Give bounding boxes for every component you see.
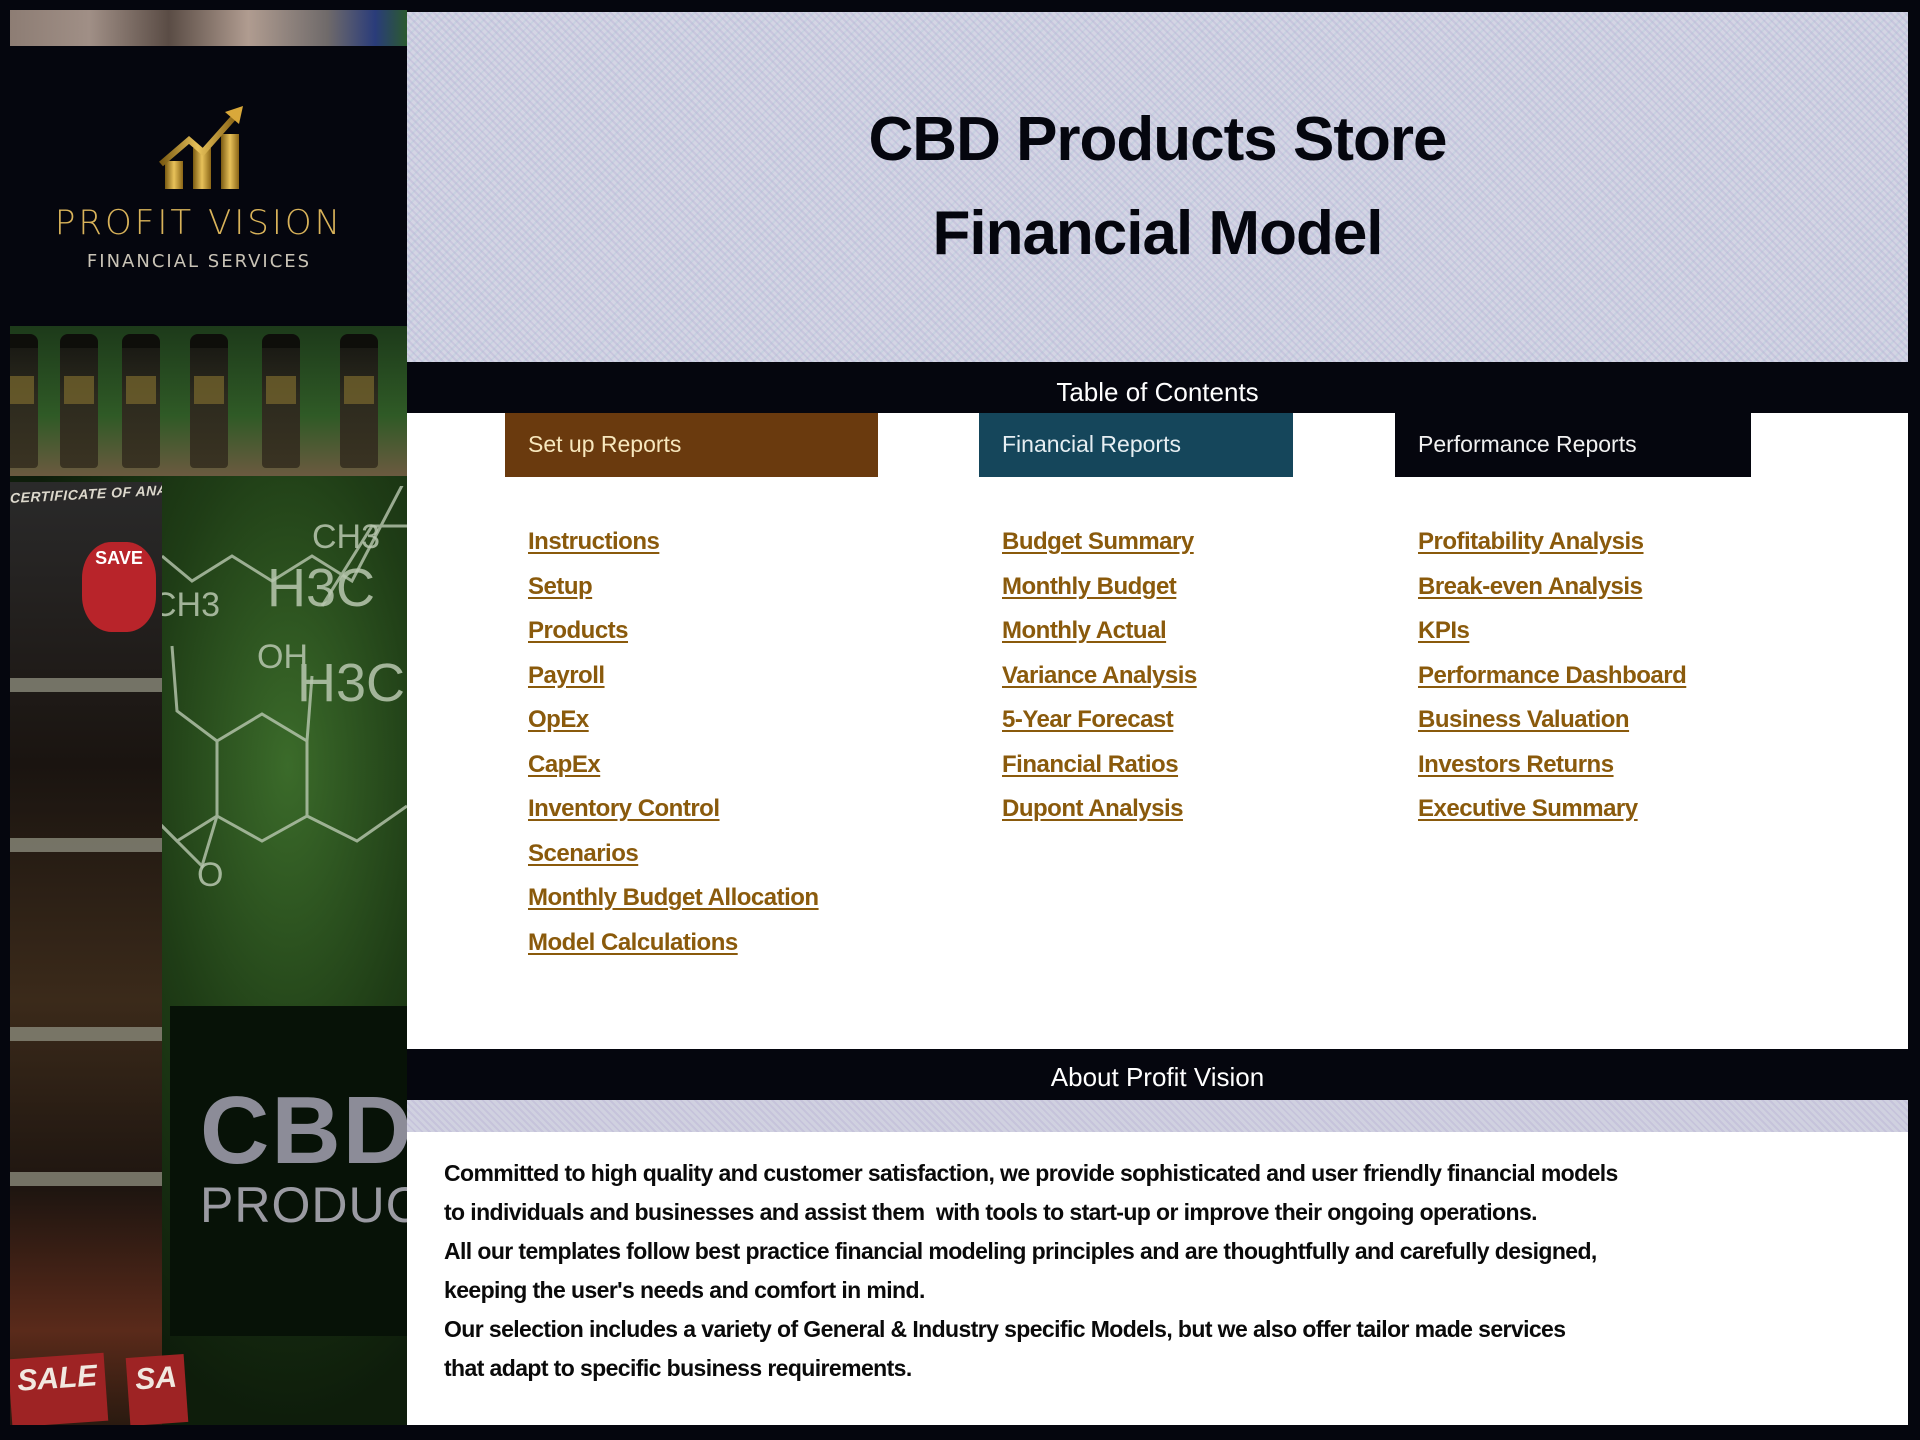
about-line: Committed to high quality and customer s… [444,1160,1618,1186]
link-financial-ratios[interactable]: Financial Ratios [1002,751,1179,778]
about-line: that adapt to specific business requirem… [444,1355,912,1381]
link-monthly-actual[interactable]: Monthly Actual [1002,617,1167,644]
setup-reports-list: Instructions Setup Products Payroll OpEx… [528,528,819,973]
store-shelf: CERTIFICATE OF ANALYSIS SAVE [10,482,162,1425]
molecule-label: H3C [297,653,405,713]
about-divider-strip [407,1100,1908,1132]
bottles-shelf [10,326,407,476]
link-monthly-budget[interactable]: Monthly Budget [1002,573,1177,600]
link-business-valuation[interactable]: Business Valuation [1418,706,1630,733]
link-payroll[interactable]: Payroll [528,662,605,689]
link-scenarios[interactable]: Scenarios [528,840,639,867]
link-dupont-analysis[interactable]: Dupont Analysis [1002,795,1183,822]
link-setup[interactable]: Setup [528,573,593,600]
link-inventory-control[interactable]: Inventory Control [528,795,720,822]
link-kpis[interactable]: KPIs [1418,617,1470,644]
shelf-edge [10,838,162,852]
bottle-image [340,334,378,468]
sign-products-text: PRODUCTS [200,1177,407,1233]
bottle-image [122,334,160,468]
molecule-label: CH3 [162,586,220,624]
brand-tagline: FINANCIAL SERVICES [86,251,312,272]
financial-reports-list: Budget Summary Monthly Budget Monthly Ac… [1002,528,1197,840]
about-line: to individuals and businesses and assist… [444,1199,1538,1225]
sidebar-branding: PROFIT VISION FINANCIAL SERVICES CERTIFI… [10,10,407,1425]
link-profitability-analysis[interactable]: Profitability Analysis [1418,528,1644,555]
about-heading: About Profit Vision [407,1049,1908,1100]
link-executive-summary[interactable]: Executive Summary [1418,795,1638,822]
toc-heading: Table of Contents [407,362,1908,413]
about-section: Committed to high quality and customer s… [407,1132,1908,1425]
sale-tag: SA [125,1354,188,1425]
link-break-even-analysis[interactable]: Break-even Analysis [1418,573,1643,600]
category-header-financial: Financial Reports [979,413,1293,477]
sign-cbd-text: CBD [200,1077,407,1184]
link-variance-analysis[interactable]: Variance Analysis [1002,662,1197,689]
save-badge: SAVE [82,542,156,632]
link-capex[interactable]: CapEx [528,751,601,778]
about-text: Committed to high quality and customer s… [444,1154,1618,1388]
category-header-setup: Set up Reports [505,413,878,477]
link-budget-summary[interactable]: Budget Summary [1002,528,1194,555]
molecule-label: H3C [267,558,375,618]
link-instructions[interactable]: Instructions [528,528,660,555]
performance-reports-list: Profitability Analysis Break-even Analys… [1418,528,1687,840]
about-line: All our templates follow best practice f… [444,1238,1597,1264]
link-products[interactable]: Products [528,617,629,644]
molecule-label: CH3 [312,518,380,556]
link-opex[interactable]: OpEx [528,706,589,733]
link-5-year-forecast[interactable]: 5-Year Forecast [1002,706,1174,733]
link-investors-returns[interactable]: Investors Returns [1418,751,1614,778]
link-performance-dashboard[interactable]: Performance Dashboard [1418,662,1687,689]
shelf-edge [10,1027,162,1041]
about-line: Our selection includes a variety of Gene… [444,1316,1566,1342]
link-monthly-budget-allocation[interactable]: Monthly Budget Allocation [528,884,819,911]
link-model-calculations[interactable]: Model Calculations [528,929,738,956]
brand-name: PROFIT VISION [54,203,344,243]
rising-bar-chart-icon [159,106,243,189]
title-panel: CBD Products Store Financial Model [407,12,1908,362]
bottle-image [60,334,98,468]
shelf-edge [10,678,162,692]
sale-tag: SALE [10,1352,109,1425]
table-of-contents: Set up Reports Financial Reports Perform… [407,413,1908,1049]
shelf-edge [10,1172,162,1186]
cbd-products-sign: CBD PRODUCTS [170,1006,407,1336]
bottle-image [10,334,38,468]
category-header-performance: Performance Reports [1395,413,1751,477]
page-title-line-2: Financial Model [932,199,1383,268]
sidebar-photo-strip [10,10,407,46]
bottle-image [262,334,300,468]
shelf-sign: CERTIFICATE OF ANALYSIS [10,482,162,506]
page-title-line-1: CBD Products Store [868,105,1448,174]
cbd-molecule-graphic: CH3 CH3 H3C OH H3C O [162,486,407,894]
cbd-store-photo: CERTIFICATE OF ANALYSIS SAVE CH3 CH3 H3C [10,326,407,1425]
molecule-label: O [197,856,223,894]
about-line: keeping the user's needs and comfort in … [444,1277,925,1303]
logo-panel: PROFIT VISION FINANCIAL SERVICES [10,46,407,326]
bottle-image [190,334,228,468]
